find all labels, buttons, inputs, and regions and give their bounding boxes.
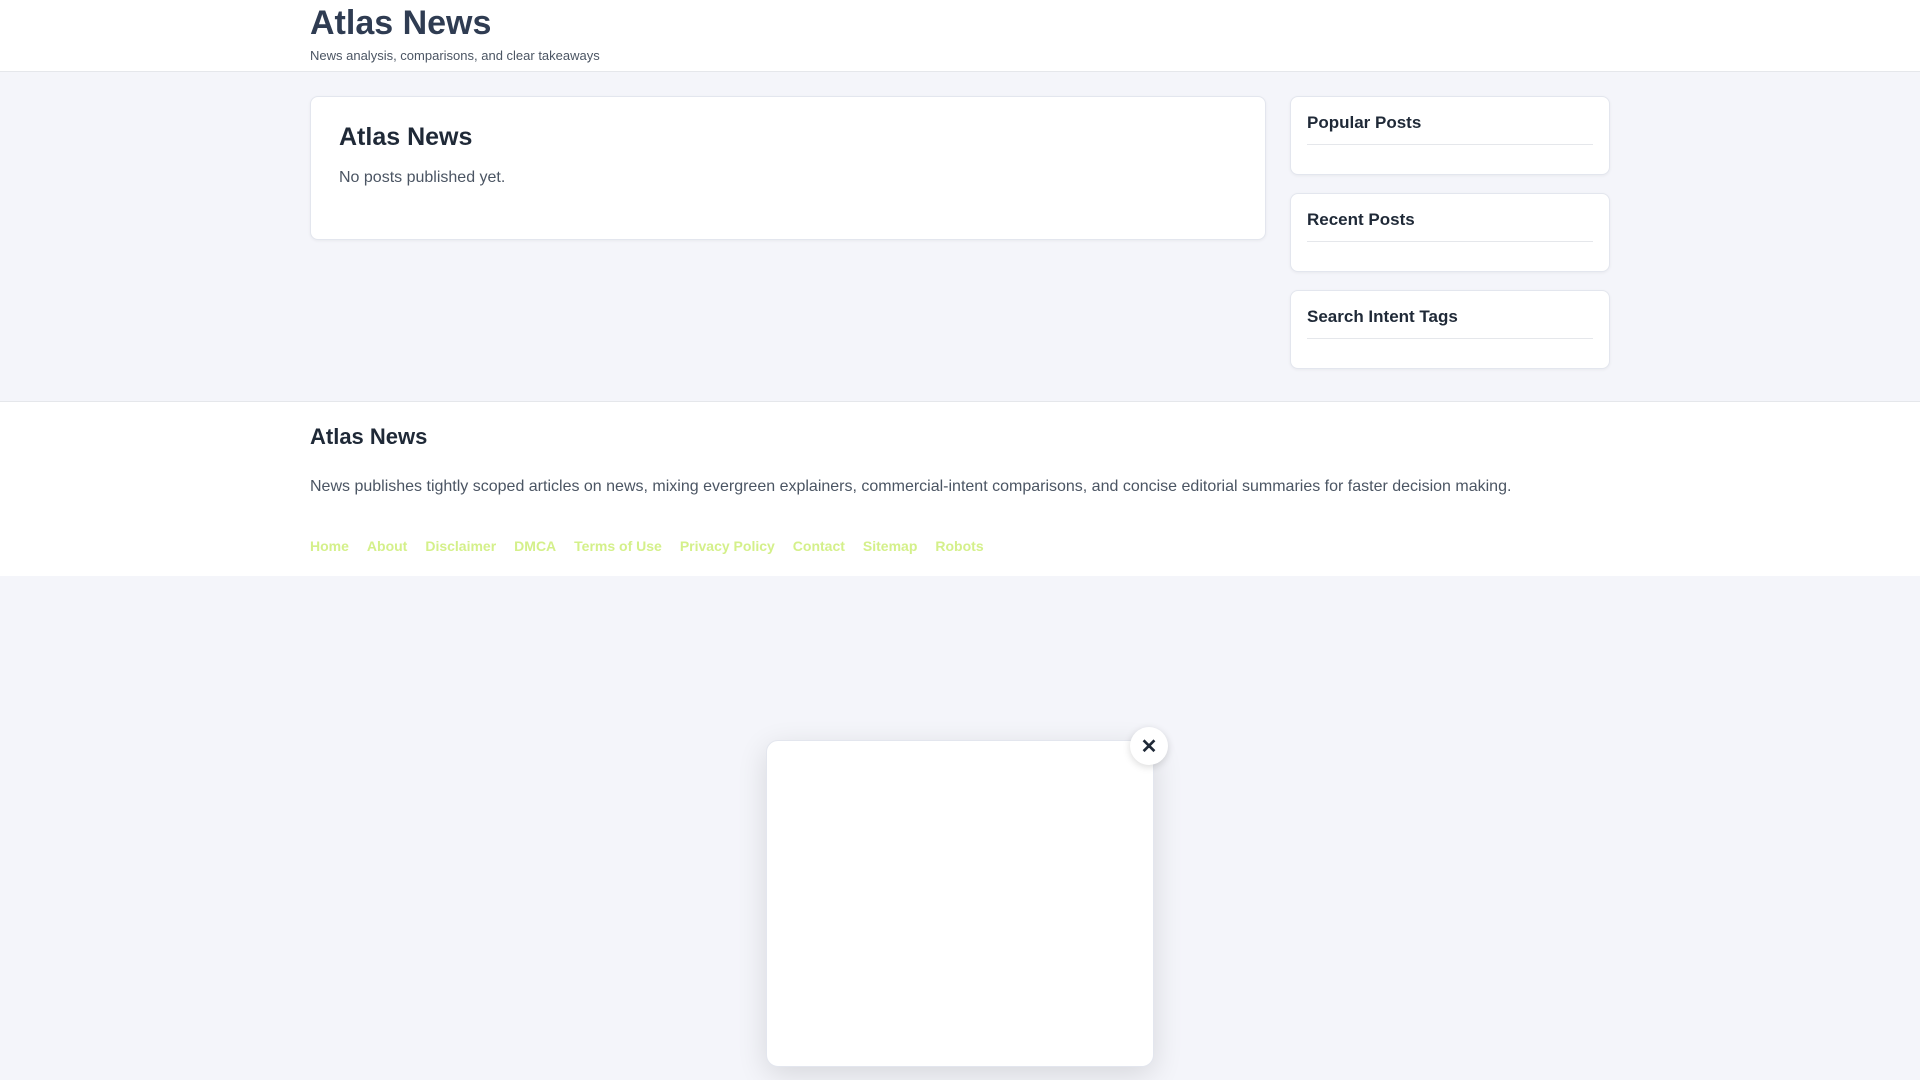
widget-recent-posts: Recent Posts bbox=[1290, 193, 1610, 272]
close-popup-button[interactable]: ✕ bbox=[1130, 727, 1168, 765]
footer-link-privacy[interactable]: Privacy Policy bbox=[680, 538, 775, 554]
footer-link-dmca[interactable]: DMCA bbox=[514, 538, 556, 554]
site-footer: Atlas News News publishes tightly scoped… bbox=[0, 401, 1920, 576]
widget-popular-posts: Popular Posts bbox=[1290, 96, 1610, 175]
footer-link-contact[interactable]: Contact bbox=[793, 538, 845, 554]
divider bbox=[1307, 241, 1593, 242]
footer-link-disclaimer[interactable]: Disclaimer bbox=[425, 538, 496, 554]
site-tagline: News analysis, comparisons, and clear ta… bbox=[310, 48, 600, 63]
footer-link-home[interactable]: Home bbox=[310, 538, 349, 554]
footer-link-terms[interactable]: Terms of Use bbox=[574, 538, 662, 554]
site-title[interactable]: Atlas News bbox=[310, 4, 491, 43]
posts-card: Atlas News No posts published yet. bbox=[310, 96, 1266, 240]
footer-link-robots[interactable]: Robots bbox=[935, 538, 983, 554]
page-title: Atlas News bbox=[339, 123, 473, 151]
footer-title: Atlas News bbox=[310, 424, 428, 449]
footer-link-sitemap[interactable]: Sitemap bbox=[863, 538, 917, 554]
empty-message: No posts published yet. bbox=[339, 169, 506, 186]
footer-links: Home About Disclaimer DMCA Terms of Use … bbox=[310, 538, 984, 554]
footer-link-about[interactable]: About bbox=[367, 538, 407, 554]
widget-search-intent-tags: Search Intent Tags bbox=[1290, 290, 1610, 369]
divider bbox=[1307, 144, 1593, 145]
divider bbox=[1307, 338, 1593, 339]
site-header: Atlas News News analysis, comparisons, a… bbox=[0, 0, 1920, 72]
widget-title: Search Intent Tags bbox=[1307, 307, 1458, 326]
widget-title: Recent Posts bbox=[1307, 210, 1415, 229]
close-icon: ✕ bbox=[1140, 735, 1158, 758]
footer-description: News publishes tightly scoped articles o… bbox=[310, 478, 1512, 495]
widget-title: Popular Posts bbox=[1307, 113, 1422, 132]
ad-popup bbox=[766, 740, 1154, 1067]
